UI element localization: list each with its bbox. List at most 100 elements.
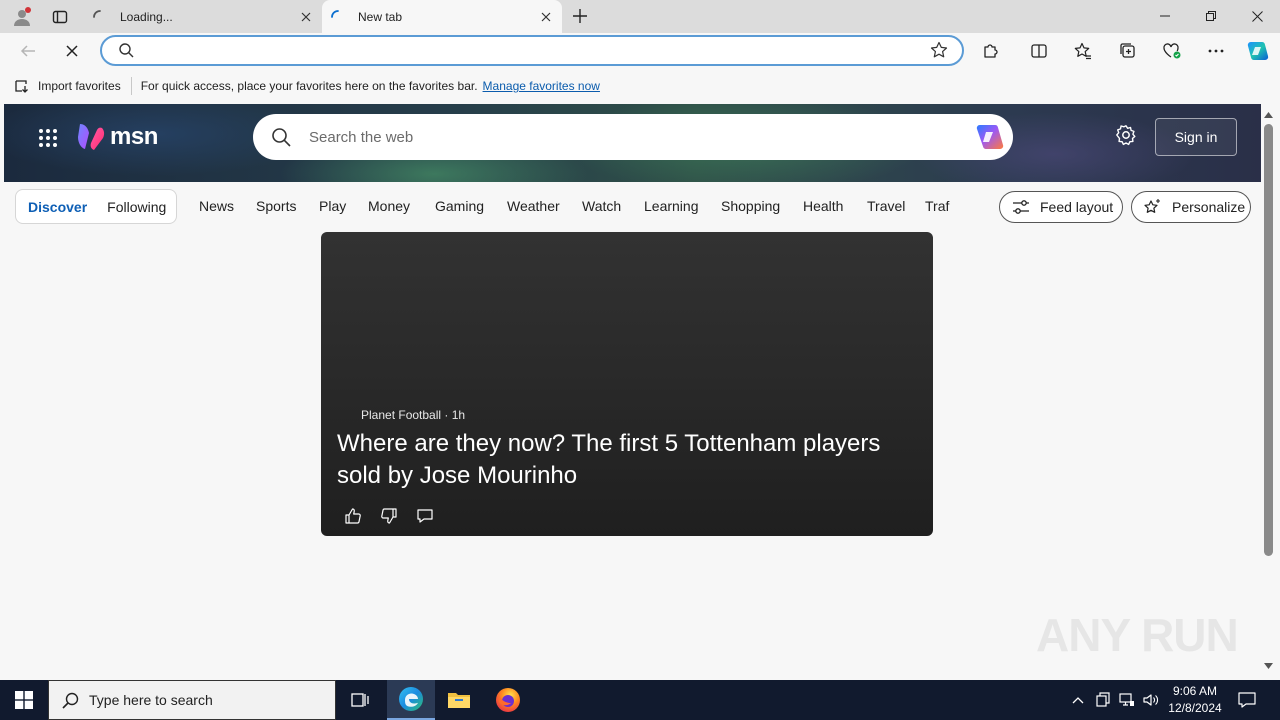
sign-in-button[interactable]: Sign in [1155,118,1237,156]
puzzle-icon [984,44,998,58]
feed-layout-button[interactable]: Feed layout [999,191,1123,223]
tab-discover[interactable]: Discover [28,199,87,215]
nav-item-gaming[interactable]: Gaming [435,198,484,214]
tab-actions-icon [52,10,68,24]
window-close-button[interactable] [1234,0,1280,32]
search-icon [62,692,79,709]
nav-item-weather[interactable]: Weather [507,198,560,214]
msn-butterfly-icon [78,124,105,150]
copilot-icon [1247,41,1269,61]
notification-icon [1238,692,1256,708]
sliders-icon [1013,200,1029,214]
msn-page: msn Sign in Discover Following News Spor… [4,104,1261,676]
volume-button[interactable] [1141,680,1161,720]
chevron-up-icon [1072,697,1084,704]
taskbar-file-explorer[interactable] [435,680,483,720]
msn-search-input[interactable] [309,127,949,147]
tab-strip: Loading... New tab [0,0,1280,33]
taskbar-edge[interactable] [387,680,435,720]
profile-button[interactable] [8,4,36,30]
clock-date: 12/8/2024 [1168,701,1222,715]
clock-time: 9:06 AM [1172,684,1218,698]
msn-nav-bar: Discover Following News Sports Play Mone… [4,182,1261,232]
tray-device-icon [1096,692,1110,707]
tab-following[interactable]: Following [107,199,166,215]
show-hidden-icons-button[interactable] [1068,680,1088,720]
scroll-down-arrow-icon[interactable] [1264,661,1273,670]
search-icon [119,43,134,58]
nav-item-health[interactable]: Health [803,198,843,214]
search-icon [272,128,291,147]
minimize-button[interactable] [1142,0,1188,32]
stop-loading-button[interactable] [57,36,87,66]
card-headline[interactable]: Where are they now? The first 5 Tottenha… [337,428,917,492]
favorites-hint-text: For quick access, place your favorites h… [140,79,478,93]
tray-app-icon[interactable] [1093,680,1113,720]
page-scrollbar[interactable] [1261,104,1276,676]
nav-item-money[interactable]: Money [368,198,410,214]
msn-header: msn Sign in [4,104,1261,182]
nav-item-shopping[interactable]: Shopping [721,198,780,214]
favorites-divider [130,77,132,95]
scroll-up-arrow-icon[interactable] [1264,110,1273,119]
watermark-text: ANY RUN [1036,609,1239,661]
comment-button[interactable] [407,504,443,528]
close-icon [1251,10,1263,22]
like-button[interactable] [335,504,371,528]
tab-loading[interactable]: Loading... [84,0,322,33]
card-source[interactable]: Planet Football · 1h [361,408,465,422]
copilot-icon[interactable] [975,123,1005,151]
anyrun-watermark: ANY RUN [1036,608,1239,662]
nav-item-watch[interactable]: Watch [582,198,621,214]
task-view-button[interactable] [336,680,384,720]
news-card[interactable]: Planet Football · 1h Where are they now?… [321,232,933,536]
extensions-button[interactable] [976,36,1006,66]
comment-icon [417,509,433,523]
tab-close-button[interactable] [298,9,314,25]
manage-favorites-link[interactable]: Manage favorites now [483,79,600,93]
nav-item-traffic[interactable]: Traf [925,198,949,214]
dislike-button[interactable] [371,504,407,528]
nav-item-play[interactable]: Play [319,198,346,214]
msn-search-box[interactable] [253,114,1013,160]
scrollbar-thumb[interactable] [1264,124,1273,556]
personalize-button[interactable]: Personalize [1131,191,1251,223]
app-grid-icon [39,129,57,147]
new-tab-button[interactable] [566,3,594,29]
plus-icon [573,9,587,23]
apps-launcher-button[interactable] [38,128,58,153]
tab-new-tab[interactable]: New tab [322,0,562,33]
favorites-button[interactable] [1068,36,1098,66]
address-input[interactable] [146,41,906,61]
nav-item-travel[interactable]: Travel [867,198,905,214]
close-icon [301,12,311,21]
feed-layout-label: Feed layout [1040,199,1114,215]
tab-title: Loading... [120,9,173,24]
settings-and-more-button[interactable] [1201,36,1231,66]
nav-item-learning[interactable]: Learning [644,198,699,214]
taskbar-search-box[interactable]: Type here to search [48,680,336,720]
network-button[interactable] [1117,680,1137,720]
notification-center-button[interactable] [1230,680,1264,720]
msn-settings-button[interactable] [1115,124,1137,151]
import-favorites-button[interactable]: Import favorites [14,74,121,98]
address-bar[interactable] [100,35,964,66]
tab-close-button[interactable] [538,9,554,25]
sparkle-star-icon [1144,199,1160,213]
collections-button[interactable] [1113,36,1143,66]
restore-button[interactable] [1188,0,1234,32]
tab-title: New tab [358,9,403,24]
split-screen-button[interactable] [1024,36,1054,66]
back-button[interactable] [13,36,43,66]
msn-logo[interactable]: msn [76,122,158,152]
taskbar-firefox[interactable] [484,680,532,720]
system-clock[interactable]: 9:06 AM 12/8/2024 [1165,683,1225,717]
network-icon [1119,693,1134,706]
browser-essentials-button[interactable] [1157,36,1187,66]
add-favorite-star-icon[interactable] [930,41,948,59]
nav-item-news[interactable]: News [199,198,234,214]
tab-actions-button[interactable] [46,4,74,30]
nav-item-sports[interactable]: Sports [256,198,296,214]
copilot-button[interactable] [1243,36,1273,66]
start-button[interactable] [0,680,48,720]
